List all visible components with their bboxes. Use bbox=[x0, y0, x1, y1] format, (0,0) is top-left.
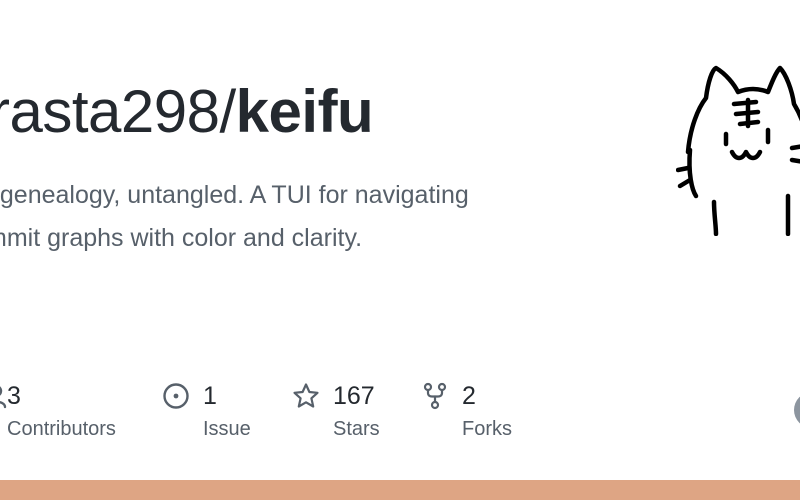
contributors-label: Contributors bbox=[7, 418, 116, 440]
issues-label: Issue bbox=[203, 418, 251, 440]
description-line-1: t genealogy, untangled. A TUI for naviga… bbox=[0, 181, 469, 209]
language-bar bbox=[0, 480, 800, 500]
issues-count: 1 bbox=[203, 382, 217, 410]
repo-social-card: rasta298/keifu t genealogy, untangled. A… bbox=[0, 0, 800, 500]
forks-count: 2 bbox=[462, 382, 476, 410]
star-icon bbox=[293, 383, 319, 408]
description-line-2: mmit graphs with color and clarity. bbox=[0, 224, 363, 252]
contributors-count: 3 bbox=[7, 382, 21, 410]
repo-owner: rasta298/ bbox=[0, 78, 236, 145]
stars-label: Stars bbox=[333, 418, 380, 440]
repo-title[interactable]: rasta298/keifu bbox=[0, 76, 374, 148]
contributor-avatar[interactable] bbox=[794, 392, 800, 428]
cat-illustration bbox=[676, 65, 800, 236]
forks-label: Forks bbox=[462, 418, 512, 440]
fork-icon bbox=[423, 382, 447, 410]
repo-description: t genealogy, untangled. A TUI for naviga… bbox=[0, 174, 546, 260]
issue-icon bbox=[163, 383, 189, 409]
stars-count: 167 bbox=[333, 382, 375, 410]
repo-name: keifu bbox=[235, 78, 374, 145]
